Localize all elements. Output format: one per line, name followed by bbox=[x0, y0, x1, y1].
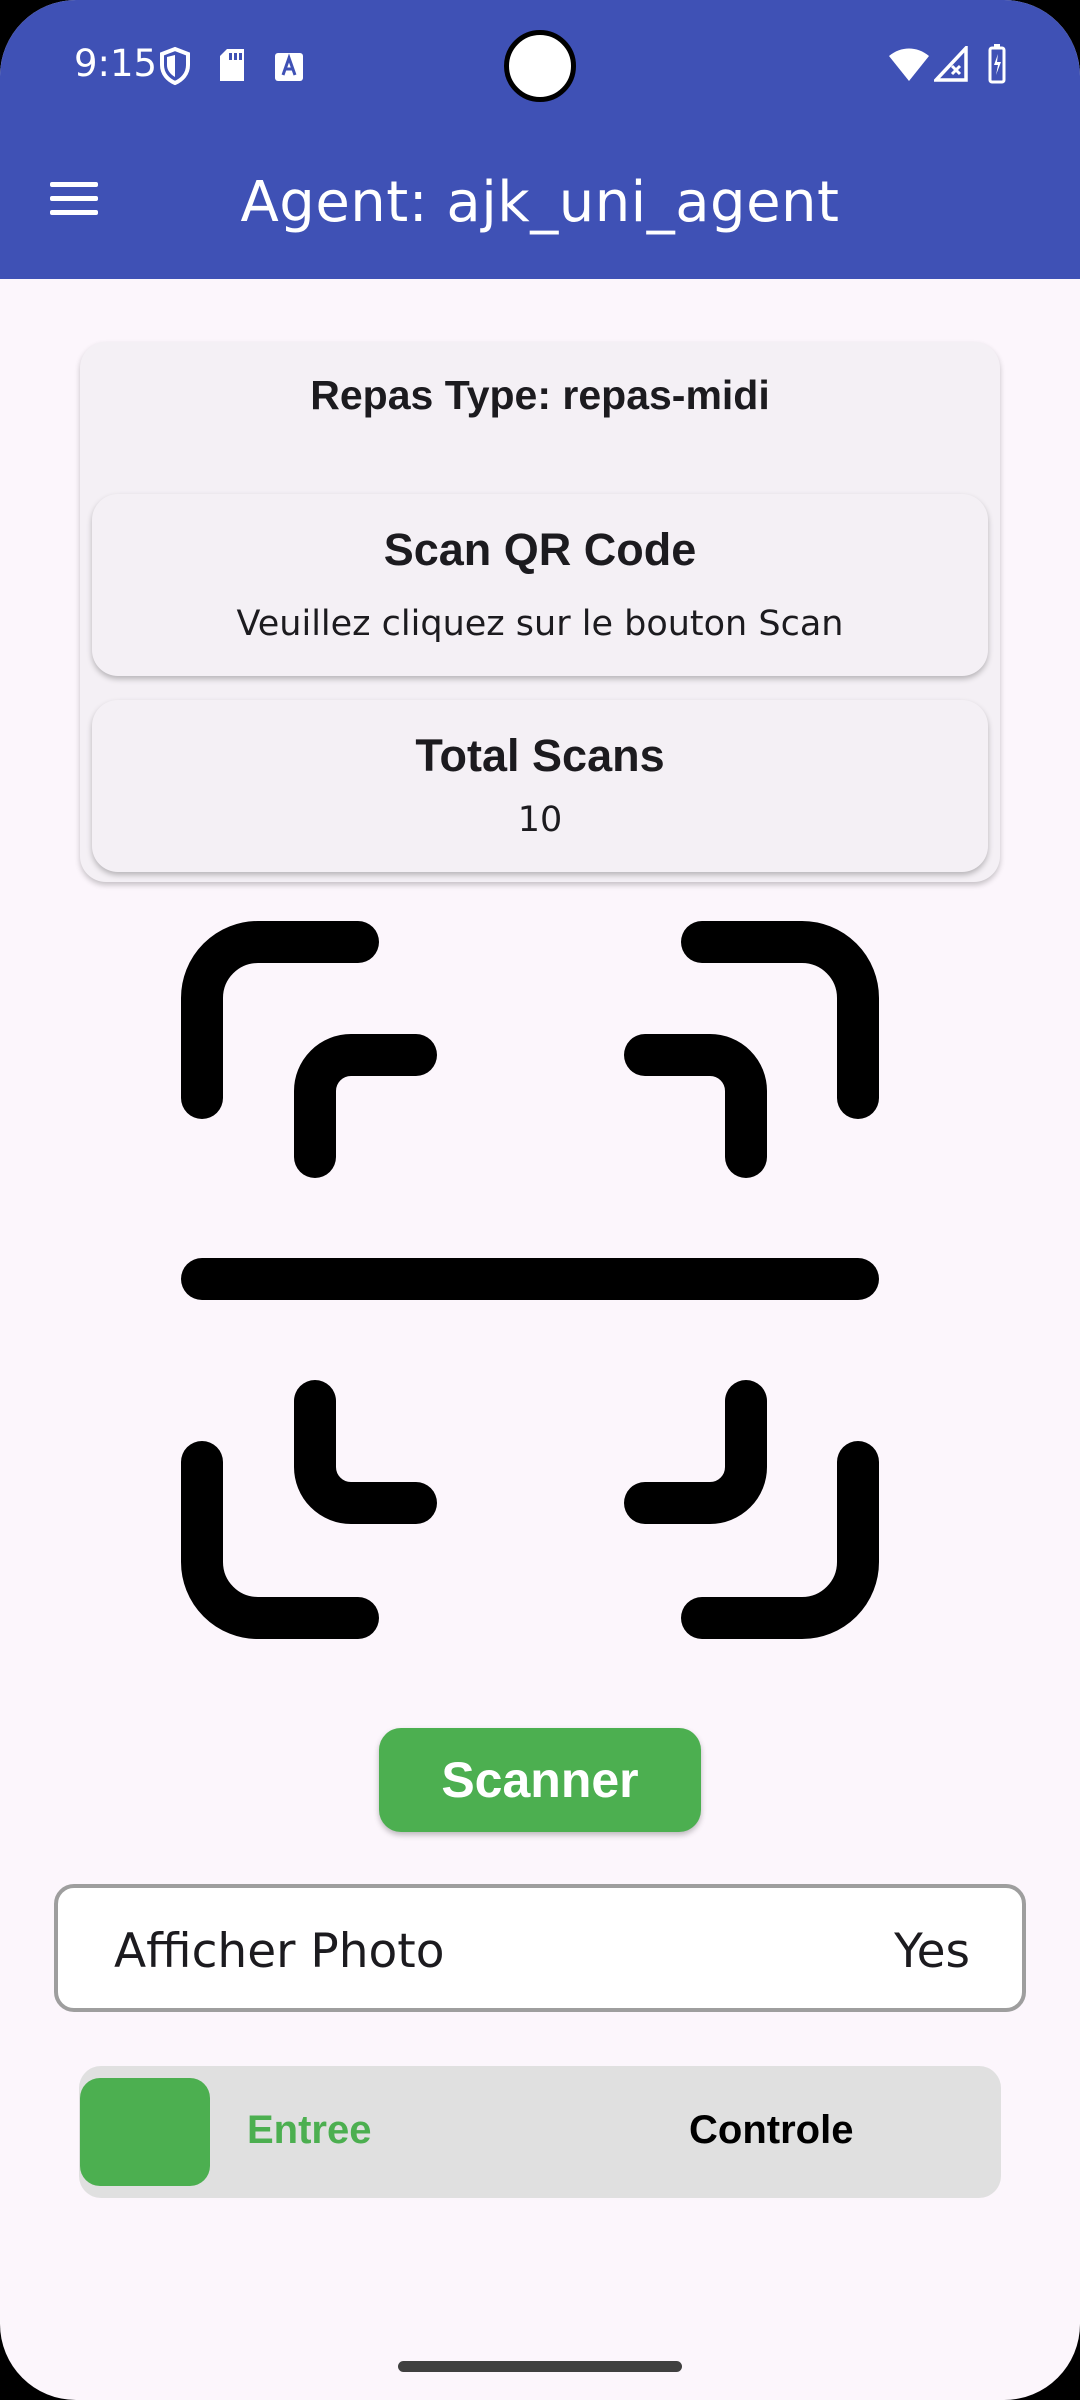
total-scans-card: Total Scans 10 bbox=[92, 700, 988, 872]
front-camera bbox=[504, 30, 576, 102]
scan-hint-text: Veuillez cliquez sur le bouton Scan bbox=[236, 604, 844, 644]
signal-icon bbox=[934, 46, 968, 82]
total-scans-value: 10 bbox=[517, 800, 563, 840]
toggle-option-controle[interactable]: Controle bbox=[689, 2108, 853, 2153]
scanner-button[interactable]: Scanner bbox=[379, 1728, 701, 1832]
font-a-icon bbox=[275, 53, 303, 81]
status-time: 9:15 bbox=[74, 42, 158, 85]
charging-icon bbox=[988, 44, 1006, 84]
sd-card-icon bbox=[220, 49, 244, 81]
app-screen: 9:15 Agent: ajk_uni_agent Repas Type: re… bbox=[0, 0, 1080, 2400]
toggle-option-entree[interactable]: Entree bbox=[247, 2108, 372, 2153]
home-indicator[interactable] bbox=[398, 2361, 682, 2372]
afficher-photo-value: Yes bbox=[894, 1924, 970, 1979]
afficher-photo-select[interactable]: Afficher Photo Yes bbox=[54, 1884, 1026, 2012]
mode-toggle[interactable]: Entree Controle bbox=[79, 2066, 1001, 2198]
scan-qr-card: Scan QR Code Veuillez cliquez sur le bou… bbox=[92, 494, 988, 676]
toggle-knob[interactable] bbox=[80, 2078, 210, 2186]
total-scans-title: Total Scans bbox=[415, 730, 665, 781]
scan-qr-title: Scan QR Code bbox=[383, 524, 697, 575]
afficher-photo-label: Afficher Photo bbox=[114, 1924, 445, 1979]
shield-icon bbox=[160, 46, 190, 86]
page-title: Agent: ajk_uni_agent bbox=[240, 170, 840, 235]
qr-scanner-icon bbox=[181, 921, 879, 1639]
app-bar: 9:15 Agent: ajk_uni_agent bbox=[0, 0, 1080, 279]
repas-type-label: Repas Type: repas-midi bbox=[310, 372, 770, 418]
wifi-icon bbox=[889, 48, 929, 81]
